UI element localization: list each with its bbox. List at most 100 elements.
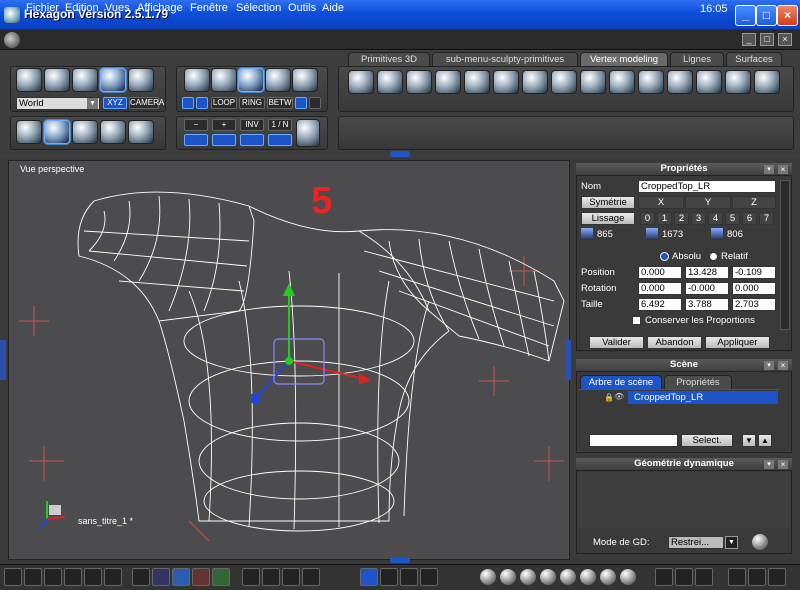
shade-ball-1-icon[interactable] <box>520 569 536 585</box>
move-down-button[interactable]: ▼ <box>742 434 756 447</box>
properties-close-icon[interactable]: × <box>778 165 788 174</box>
scale-tool-icon[interactable] <box>400 568 418 586</box>
wire-cube-icon[interactable] <box>128 120 154 144</box>
checklist-icon[interactable] <box>132 568 150 586</box>
chamfer-icon[interactable] <box>435 70 461 94</box>
camera-button[interactable]: CAMERA <box>129 97 164 109</box>
doc-restore-button[interactable]: □ <box>760 33 774 46</box>
select-op-1-icon[interactable] <box>184 134 208 146</box>
menu-selection[interactable]: Sélection <box>236 2 281 14</box>
menu-outils[interactable]: Outils <box>288 2 316 14</box>
apply-button[interactable]: Appliquer <box>705 336 770 349</box>
maximize-button[interactable]: □ <box>756 5 777 26</box>
viewport-3d[interactable] <box>8 160 570 560</box>
layout-vertical-icon[interactable] <box>64 568 82 586</box>
select-op-3-icon[interactable] <box>240 134 264 146</box>
universal-tool-icon[interactable] <box>420 568 438 586</box>
extrude-icon[interactable] <box>348 70 374 94</box>
brush-select-icon[interactable] <box>182 97 194 109</box>
ghost-icon[interactable] <box>128 68 154 92</box>
lasso-icon[interactable] <box>44 68 70 92</box>
orbit-icon[interactable] <box>302 568 320 586</box>
select-button[interactable]: Select. <box>681 434 733 447</box>
doc-minimize-button[interactable]: _ <box>742 33 756 46</box>
select-op-2-icon[interactable] <box>212 134 236 146</box>
menu-affichage[interactable]: Affichage <box>137 2 183 14</box>
eye-icon[interactable]: 👁 <box>614 392 626 402</box>
scene-close-icon[interactable]: × <box>778 361 788 370</box>
object-mode-icon[interactable] <box>184 68 210 92</box>
circle-select-icon[interactable] <box>309 97 321 109</box>
select-arrow-icon[interactable] <box>16 68 42 92</box>
slice-icon[interactable] <box>609 70 635 94</box>
select-op-4-icon[interactable] <box>268 134 292 146</box>
grid-red-icon[interactable] <box>192 568 210 586</box>
properties-collapse-icon[interactable]: ▾ <box>764 165 774 174</box>
twist-icon[interactable] <box>667 70 693 94</box>
doc-close-button[interactable]: × <box>778 33 792 46</box>
grid-icon[interactable] <box>72 120 98 144</box>
cancel-button[interactable]: Abandon <box>647 336 702 349</box>
right-panel-handle[interactable] <box>565 340 571 380</box>
smooth-level-6[interactable]: 6 <box>742 212 757 225</box>
smooth-level-3[interactable]: 3 <box>691 212 706 225</box>
shade-ball-3-icon[interactable] <box>560 569 576 585</box>
invert-button[interactable]: INV <box>240 119 264 131</box>
pen-icon[interactable] <box>296 119 320 147</box>
z-axis-handle-icon[interactable] <box>251 394 260 403</box>
split-icon[interactable] <box>522 70 548 94</box>
rect-select-icon[interactable] <box>196 97 208 109</box>
pan-icon[interactable] <box>262 568 280 586</box>
x-axis-arrow-icon[interactable] <box>359 373 371 385</box>
tab-scene-tree[interactable]: Arbre de scène <box>580 375 662 389</box>
rotation-x[interactable]: 0.000 <box>638 282 682 295</box>
grid-blue-icon[interactable] <box>152 568 170 586</box>
bevel-icon[interactable] <box>406 70 432 94</box>
move-up-button[interactable]: ▲ <box>758 434 772 447</box>
gd-dropdown-chevron-icon[interactable]: ▼ <box>725 536 738 549</box>
layout-quad-icon[interactable] <box>44 568 62 586</box>
keep-proportions-checkbox[interactable] <box>632 316 641 325</box>
shade-ball-2-icon[interactable] <box>540 569 556 585</box>
symmetry-z[interactable]: Z <box>732 196 776 209</box>
material-2-icon[interactable] <box>675 568 693 586</box>
taper-icon[interactable] <box>696 70 722 94</box>
lock-icon[interactable]: 🔒 <box>604 393 614 402</box>
grow-button[interactable]: + <box>212 119 236 131</box>
menu-fichier[interactable]: Fichier <box>26 2 59 14</box>
shade-ball-6-icon[interactable] <box>620 569 636 585</box>
absolute-radio[interactable] <box>660 252 669 261</box>
smooth-level-0[interactable]: 0 <box>640 212 655 225</box>
layout-split-icon[interactable] <box>24 568 42 586</box>
gd-render-ball-icon[interactable] <box>752 534 768 550</box>
move-tool-icon[interactable] <box>360 568 378 586</box>
material-3-icon[interactable] <box>695 568 713 586</box>
auto-mode-icon[interactable] <box>292 68 318 92</box>
menu-vues[interactable]: Vues <box>105 2 130 14</box>
shade-ball-4-icon[interactable] <box>580 569 596 585</box>
smooth-level-7[interactable]: 7 <box>759 212 774 225</box>
smooth-level-1[interactable]: 1 <box>657 212 672 225</box>
y-axis-arrow-icon[interactable] <box>283 283 295 296</box>
menu-fenetre[interactable]: Fenêtre <box>190 2 228 14</box>
collapse-toolbar-handle[interactable] <box>390 151 410 157</box>
relative-radio[interactable] <box>709 252 718 261</box>
gd-mode-select[interactable]: Restrei... <box>668 536 724 549</box>
paint-select-icon[interactable] <box>72 68 98 92</box>
weld-icon[interactable] <box>580 70 606 94</box>
bend-icon[interactable] <box>638 70 664 94</box>
transform-manipulator[interactable] <box>251 283 371 403</box>
render-1-icon[interactable] <box>728 568 746 586</box>
left-panel-handle[interactable] <box>0 340 6 380</box>
grid-selected-icon[interactable] <box>172 568 190 586</box>
loop-button[interactable]: LOOP <box>211 97 237 109</box>
tab-primitives-3d[interactable]: Primitives 3D <box>348 52 430 66</box>
edge-mode-icon[interactable] <box>238 68 264 92</box>
size-z[interactable]: 2.703 <box>732 298 776 311</box>
dyngeo-collapse-icon[interactable]: ▾ <box>764 460 774 469</box>
smooth-level-5[interactable]: 5 <box>725 212 740 225</box>
size-y[interactable]: 3.788 <box>685 298 729 311</box>
render-2-icon[interactable] <box>748 568 766 586</box>
layout-three-icon[interactable] <box>104 568 122 586</box>
menu-edition[interactable]: Edition <box>65 2 99 14</box>
